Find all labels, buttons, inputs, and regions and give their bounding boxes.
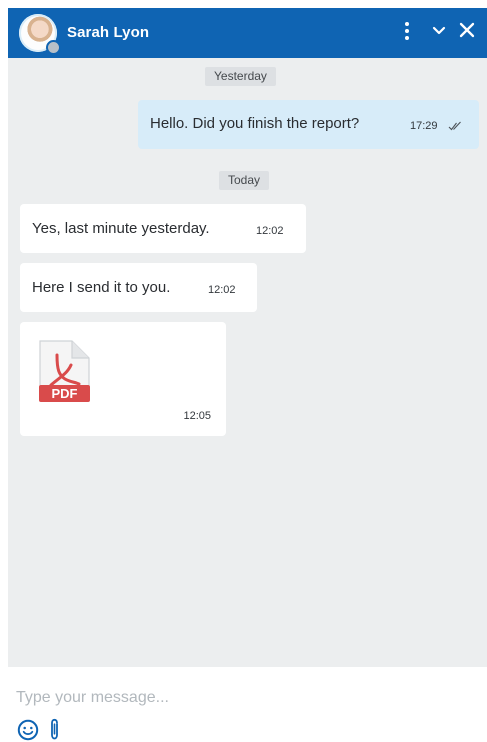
message-composer xyxy=(8,667,487,742)
chat-header: Sarah Lyon xyxy=(8,8,487,58)
message-text: Hello. Did you finish the report? xyxy=(150,115,360,132)
emoji-icon[interactable] xyxy=(17,719,39,741)
message-bubble-outgoing[interactable]: Hello. Did you finish the report? 17:29 xyxy=(138,100,479,149)
message-list[interactable]: Yesterday Hello. Did you finish the repo… xyxy=(8,58,487,667)
message-time: 12:02 xyxy=(256,225,284,237)
double-check-icon xyxy=(448,121,461,131)
message-bubble-incoming[interactable]: Yes, last minute yesterday. 12:02 xyxy=(20,204,306,253)
file-type-label: PDF xyxy=(52,386,78,401)
more-vertical-icon[interactable] xyxy=(404,22,410,42)
message-time: 12:05 xyxy=(183,410,211,422)
message-time: 12:02 xyxy=(208,284,236,296)
chevron-down-icon[interactable] xyxy=(430,20,448,42)
pdf-file-icon: PDF xyxy=(39,340,90,402)
date-separator-today: Today xyxy=(219,171,270,190)
file-attachment-bubble[interactable]: PDF 12:05 xyxy=(20,322,226,436)
date-separator-yesterday: Yesterday xyxy=(205,67,276,86)
message-text: Here I send it to you. xyxy=(32,279,171,296)
attachment-icon[interactable] xyxy=(48,718,61,741)
contact-name[interactable]: Sarah Lyon xyxy=(67,24,149,41)
message-input[interactable] xyxy=(16,686,471,710)
message-text: Yes, last minute yesterday. xyxy=(32,220,210,237)
message-time: 17:29 xyxy=(410,120,438,132)
status-indicator xyxy=(46,40,61,55)
chat-window: Sarah Lyon Yesterday Hello. Did you fini… xyxy=(8,8,487,742)
close-icon[interactable] xyxy=(458,21,476,39)
message-bubble-incoming[interactable]: Here I send it to you. 12:02 xyxy=(20,263,257,312)
